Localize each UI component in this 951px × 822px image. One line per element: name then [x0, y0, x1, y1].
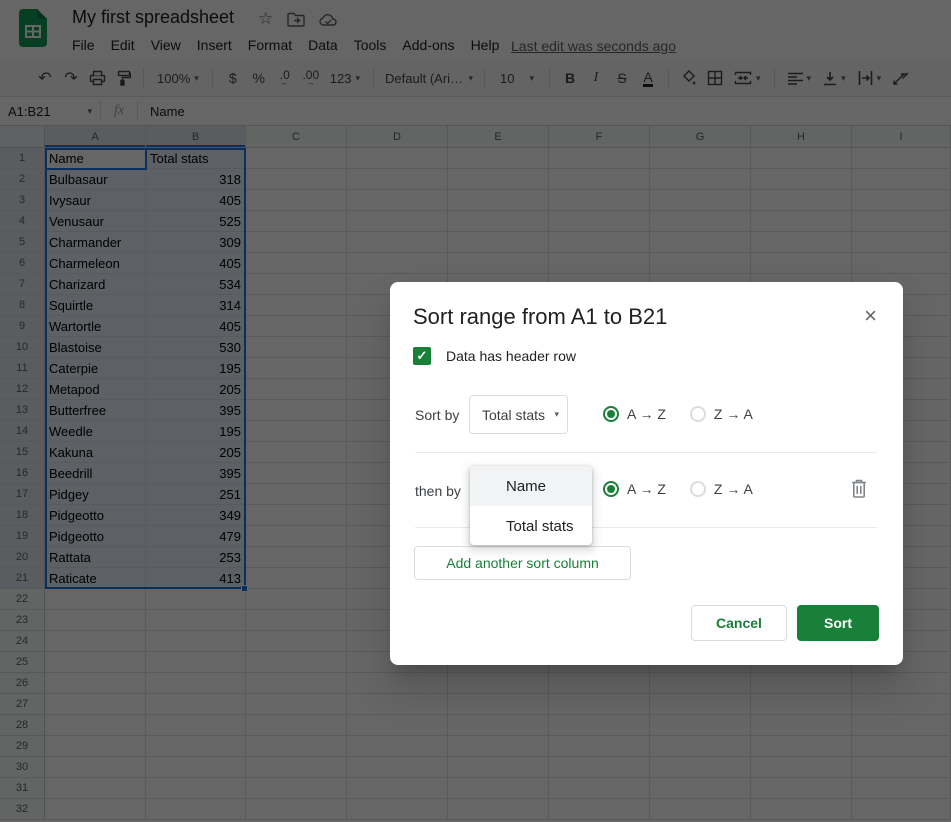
dropdown-option-name[interactable]: Name — [470, 466, 592, 506]
radio-selected-icon — [603, 406, 619, 422]
close-icon[interactable]: × — [864, 303, 877, 329]
sort-button[interactable]: Sort — [797, 605, 879, 641]
caret-down-icon: ▾ — [554, 409, 559, 419]
dropdown-option-total-stats[interactable]: Total stats — [470, 506, 592, 545]
column-dropdown-menu: Name Total stats — [470, 466, 592, 545]
sort-by-label: Sort by — [415, 407, 460, 423]
sort-by-column-select[interactable]: Total stats ▾ — [469, 395, 568, 434]
then-by-label: then by — [415, 483, 461, 499]
radio-selected-icon — [603, 481, 619, 497]
add-sort-column-button[interactable]: Add another sort column — [414, 546, 631, 580]
sort-range-dialog: Sort range from A1 to B21 × ✓ Data has h… — [390, 282, 903, 665]
radio-unselected-icon — [689, 481, 706, 497]
delete-rule-trash-icon[interactable] — [850, 478, 868, 504]
sort-by-asc-option[interactable]: A → Z — [603, 406, 666, 422]
header-row-checkbox[interactable]: ✓ — [413, 347, 431, 365]
header-row-checkbox-label: Data has header row — [446, 348, 576, 364]
check-icon: ✓ — [416, 348, 428, 363]
dialog-title: Sort range from A1 to B21 — [413, 304, 668, 329]
radio-unselected-icon — [689, 406, 706, 422]
then-by-asc-option[interactable]: A → Z — [603, 481, 666, 497]
sort-by-desc-option[interactable]: Z → A — [689, 406, 753, 422]
cancel-button[interactable]: Cancel — [691, 605, 787, 641]
then-by-desc-option[interactable]: Z → A — [689, 481, 753, 497]
